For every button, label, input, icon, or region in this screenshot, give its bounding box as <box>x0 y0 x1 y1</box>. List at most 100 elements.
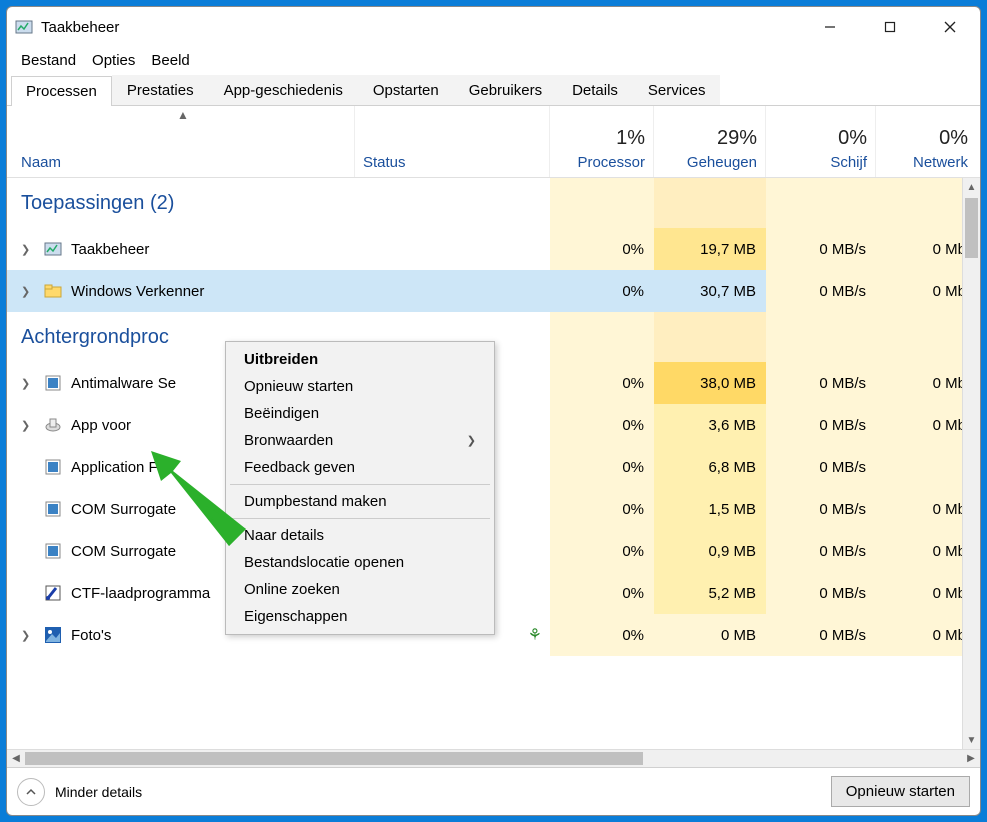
minimize-button[interactable] <box>800 7 860 47</box>
expand-icon[interactable]: ❯ <box>21 243 35 256</box>
process-name: COM Surrogate <box>71 543 176 560</box>
process-name: Antimalware Se <box>71 375 176 392</box>
menu-view[interactable]: Beeld <box>143 50 197 71</box>
menu-options[interactable]: Opties <box>84 50 143 71</box>
scroll-right-icon[interactable]: ▶ <box>962 753 980 764</box>
process-name: COM Surrogate <box>71 501 176 518</box>
scroll-up-icon[interactable]: ▲ <box>963 178 980 196</box>
cell-disk: 0 MB/s <box>766 572 876 614</box>
window-title: Taakbeheer <box>41 19 800 36</box>
separator <box>230 484 490 485</box>
cell-net: 0 Mb <box>876 530 976 572</box>
less-details-label[interactable]: Minder details <box>55 784 142 800</box>
vertical-scrollbar[interactable]: ▲ ▼ <box>962 178 980 749</box>
cell-cpu: 0% <box>550 270 654 312</box>
ctx-dump[interactable]: Dumpbestand maken <box>226 488 494 515</box>
app-icon <box>43 499 63 519</box>
cell-disk: 0 MB/s <box>766 446 876 488</box>
cell-disk: 0 MB/s <box>766 404 876 446</box>
tab-processes[interactable]: Processen <box>11 76 112 106</box>
restart-button[interactable]: Opnieuw starten <box>831 776 970 807</box>
col-mem-pct: 29% <box>662 127 757 150</box>
photos-icon <box>43 625 63 645</box>
app-icon <box>43 541 63 561</box>
cell-mem: 30,7 MB <box>654 270 766 312</box>
cell-disk: 0 MB/s <box>766 270 876 312</box>
cell-cpu: 0% <box>550 404 654 446</box>
tab-startup[interactable]: Opstarten <box>358 75 454 105</box>
hscroll-thumb[interactable] <box>25 752 643 765</box>
menu-file[interactable]: Bestand <box>13 50 84 71</box>
scroll-down-icon[interactable]: ▼ <box>963 731 980 749</box>
footer: Minder details Opnieuw starten <box>7 767 980 815</box>
ctx-openloc[interactable]: Bestandslocatie openen <box>226 549 494 576</box>
cell-mem: 1,5 MB <box>654 488 766 530</box>
ctf-icon <box>43 583 63 603</box>
ctx-expand[interactable]: Uitbreiden <box>226 346 494 373</box>
ctx-props[interactable]: Eigenschappen <box>226 603 494 630</box>
expand-icon[interactable]: ❯ <box>21 419 35 432</box>
col-net-pct: 0% <box>884 127 968 150</box>
tab-users[interactable]: Gebruikers <box>454 75 557 105</box>
tab-performance[interactable]: Prestaties <box>112 75 209 105</box>
table-row[interactable]: ❯ Windows Verkenner 0% 30,7 MB 0 MB/s 0 … <box>7 270 980 312</box>
ctx-feedback[interactable]: Feedback geven <box>226 454 494 481</box>
table-row[interactable]: ❯ Taakbeheer 0% 19,7 MB 0 MB/s 0 Mb <box>7 228 980 270</box>
leaf-icon: ⚘ <box>528 625 542 645</box>
menubar: Bestand Opties Beeld <box>7 47 980 73</box>
expand-icon[interactable]: ❯ <box>21 285 35 298</box>
col-status-label: Status <box>363 154 541 171</box>
close-button[interactable] <box>920 7 980 47</box>
cell-mem: 38,0 MB <box>654 362 766 404</box>
cell-mem: 3,6 MB <box>654 404 766 446</box>
tab-app-history[interactable]: App-geschiedenis <box>209 75 358 105</box>
ctx-gotodetails[interactable]: Naar details <box>226 522 494 549</box>
process-name: Foto's <box>71 627 111 644</box>
toggle-details-button[interactable] <box>17 778 45 806</box>
ctx-resources[interactable]: Bronwaarden❯ <box>226 427 494 454</box>
tab-details[interactable]: Details <box>557 75 633 105</box>
col-cpu-label: Processor <box>558 154 645 171</box>
scroll-thumb[interactable] <box>965 198 978 258</box>
chevron-right-icon: ❯ <box>467 434 476 447</box>
cell-cpu: 0% <box>550 362 654 404</box>
scroll-left-icon[interactable]: ◀ <box>7 753 25 764</box>
expand-icon[interactable]: ❯ <box>21 629 35 642</box>
expand-icon[interactable]: ❯ <box>21 377 35 390</box>
cell-mem: 0 MB <box>654 614 766 656</box>
cell-net: 0 Mb <box>876 228 976 270</box>
task-manager-window: Taakbeheer Bestand Opties Beeld Processe… <box>6 6 981 816</box>
col-net-label: Netwerk <box>884 154 968 171</box>
cell-disk: 0 MB/s <box>766 488 876 530</box>
cell-net: 0 Mb <box>876 488 976 530</box>
tabstrip: Processen Prestaties App-geschiedenis Op… <box>7 73 980 106</box>
app-icon <box>43 457 63 477</box>
col-header-network[interactable]: 0% Netwerk <box>876 106 976 177</box>
maximize-button[interactable] <box>860 7 920 47</box>
folder-icon <box>43 281 63 301</box>
group-apps-label: Toepassingen (2) <box>7 178 550 228</box>
sort-indicator-icon: ▲ <box>177 108 189 122</box>
horizontal-scrollbar[interactable]: ◀ ▶ <box>7 749 980 767</box>
cell-mem: 19,7 MB <box>654 228 766 270</box>
col-header-memory[interactable]: 29% Geheugen <box>654 106 766 177</box>
cell-cpu: 0% <box>550 614 654 656</box>
column-headers: ▲ Naam Status 1% Processor 29% Geheugen … <box>7 106 980 178</box>
ctx-restart[interactable]: Opnieuw starten <box>226 373 494 400</box>
ctx-end[interactable]: Beëindigen <box>226 400 494 427</box>
process-name: Windows Verkenner <box>71 283 204 300</box>
col-header-cpu[interactable]: 1% Processor <box>550 106 654 177</box>
col-header-disk[interactable]: 0% Schijf <box>766 106 876 177</box>
group-apps-header[interactable]: Toepassingen (2) <box>7 178 980 228</box>
window-controls <box>800 7 980 47</box>
col-cpu-pct: 1% <box>558 127 645 150</box>
cell-net: 0 Mb <box>876 270 976 312</box>
ctx-search[interactable]: Online zoeken <box>226 576 494 603</box>
tab-services[interactable]: Services <box>633 75 721 105</box>
col-disk-pct: 0% <box>774 127 867 150</box>
cell-mem: 6,8 MB <box>654 446 766 488</box>
col-name-label: Naam <box>21 154 346 171</box>
cell-net: 0 Mb <box>876 362 976 404</box>
col-header-status[interactable]: Status <box>355 106 550 177</box>
cell-cpu: 0% <box>550 572 654 614</box>
